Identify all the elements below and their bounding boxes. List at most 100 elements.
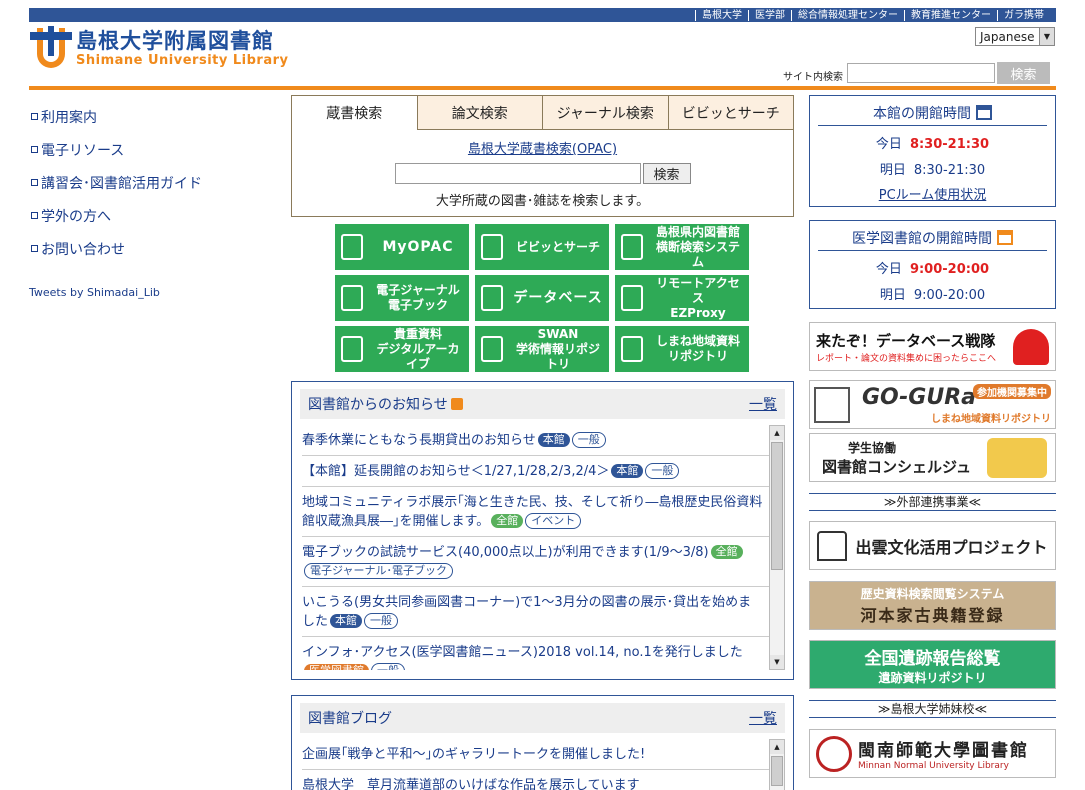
- scroll-up-icon[interactable]: ▲: [770, 740, 784, 754]
- list-item-title[interactable]: インフォ･アクセス(医学図書館ニュース)2018 vol.14, no.1を発行…: [302, 645, 743, 660]
- nav-item-e-resources[interactable]: 電子リソース: [31, 133, 202, 166]
- list-item[interactable]: 【本館】延長開館のお知らせ＜1/27,1/28,2/3,2/4＞ 本館 一般: [302, 456, 785, 487]
- list-item-title[interactable]: 電子ブックの試読サービス(40,000点以上)が利用できます(1/9～3/8): [302, 545, 709, 560]
- list-item[interactable]: 地域コミュニティラボ展示｢海と生きた民、技、そして祈り―島根歴史民俗資料館収蔵漁…: [302, 487, 785, 537]
- category-badge: 本館: [537, 433, 570, 447]
- nav-item-workshops[interactable]: 講習会･図書館活用ガイド: [31, 166, 202, 199]
- news-scrollbar[interactable]: ▲ ▼: [769, 425, 785, 670]
- opac-search-button[interactable]: 検索: [642, 163, 691, 184]
- news-more-link[interactable]: 一覧: [749, 394, 777, 414]
- nav-item-visitors[interactable]: 学外の方へ: [31, 199, 202, 232]
- book-icon: [341, 234, 363, 260]
- scroll-up-icon[interactable]: ▲: [770, 426, 784, 440]
- tile-swan[interactable]: SWAN 学術情報リポジトリ: [475, 326, 609, 372]
- tile-prefecture-search[interactable]: 島根県内図書館 横断検索システム: [615, 224, 749, 270]
- site-search-input[interactable]: [847, 63, 995, 83]
- calendar-icon[interactable]: [997, 230, 1013, 245]
- tweets-link[interactable]: Tweets by Shimadai_Lib: [29, 286, 160, 299]
- banner-gogura[interactable]: GO-GURa 参加機関募集中 しまね地域資料リポジトリ: [809, 380, 1056, 429]
- search-person-icon: [481, 234, 503, 260]
- house-icon: [621, 285, 643, 311]
- tile-shimane-repository[interactable]: しまね地域資料 リポジトリ: [615, 326, 749, 372]
- language-value: Japanese: [980, 29, 1035, 44]
- banner-concierge[interactable]: 学生協働 図書館コンシェルジュ: [809, 433, 1056, 482]
- list-item[interactable]: 島根大学 草月流華道部のいけばな作品を展示しています: [302, 770, 785, 790]
- banner-kawamoto[interactable]: 歴史資料検索閲覧システム 河本家古典籍登録: [809, 581, 1056, 630]
- banner-minnan[interactable]: 閩南師範大學圖書館 Minnan Normal University Libra…: [809, 729, 1056, 778]
- service-tiles: MyOPAC ビビッとサーチ 島根県内図書館 横断検索システム 電子ジャーナル 電子…: [335, 224, 749, 372]
- site-logo[interactable]: 島根大学附属図書館 Shimane University Library: [30, 26, 288, 70]
- pc-room-link[interactable]: PCルーム使用状況: [810, 184, 1055, 203]
- category-badge: イベント: [525, 513, 582, 529]
- banner-iseki[interactable]: 全国遺跡報告総覧 遺跡資料リポジトリ: [809, 640, 1056, 689]
- search-note: 大学所蔵の図書･雑誌を検索します。: [435, 194, 650, 209]
- list-item-title[interactable]: 【本館】延長開館のお知らせ＜1/27,1/28,2/3,2/4＞: [302, 464, 609, 479]
- category-badge: 一般: [645, 463, 680, 479]
- minnan-seal-icon: [816, 736, 852, 772]
- category-badge: 本館: [330, 614, 363, 628]
- tab-articles[interactable]: 論文検索: [416, 96, 542, 130]
- list-item[interactable]: インフォ･アクセス(医学図書館ニュース)2018 vol.14, no.1を発行…: [302, 637, 785, 670]
- kyo-icon: [621, 336, 643, 362]
- swan-icon: [481, 336, 503, 362]
- tile-myopac[interactable]: MyOPAC: [335, 224, 469, 270]
- main-hours-today: 8:30-21:30: [909, 137, 990, 152]
- category-badge: 本館: [611, 464, 644, 478]
- opac-link[interactable]: 島根大学蔵書検索(OPAC): [292, 138, 793, 157]
- tile-rare-materials[interactable]: 貴重資料 デジタルアーカイブ: [335, 326, 469, 372]
- bullet-icon: [31, 179, 38, 186]
- logo-title-jp: 島根大学附属図書館: [76, 28, 274, 53]
- list-item-title[interactable]: 島根大学 草月流華道部のいけばな作品を展示しています: [302, 778, 640, 790]
- topnav-link[interactable]: 総合情報処理センター: [791, 9, 904, 21]
- blog-more-link[interactable]: 一覧: [749, 708, 777, 728]
- opac-search-input[interactable]: [394, 163, 641, 184]
- category-badge: 一般: [364, 613, 399, 629]
- tile-database[interactable]: データベース: [475, 275, 609, 321]
- header-divider: [29, 86, 1056, 90]
- category-badge: 全館: [710, 545, 743, 559]
- language-select[interactable]: Japanese ▼: [975, 27, 1055, 46]
- site-search-label: サイト内検索: [783, 72, 843, 83]
- tile-ejournals[interactable]: 電子ジャーナル 電子ブック: [335, 275, 469, 321]
- topnav-link[interactable]: 教育推進センター: [904, 9, 997, 21]
- tab-journals[interactable]: ジャーナル検索: [542, 96, 668, 130]
- logo-title-en: Shimane University Library: [76, 52, 289, 68]
- med-hours-today: 9:00-20:00: [909, 262, 990, 277]
- site-search-button[interactable]: 検索: [997, 62, 1050, 84]
- topnav-link[interactable]: 医学部: [748, 9, 791, 21]
- tile-vivid-search[interactable]: ビビッとサーチ: [475, 224, 609, 270]
- list-item[interactable]: 企画展｢戦争と平和～｣のギャラリートークを開催しました!: [302, 739, 785, 770]
- category-badge: 一般: [371, 663, 405, 670]
- list-item[interactable]: 電子ブックの試読サービス(40,000点以上)が利用できます(1/9～3/8) 全…: [302, 537, 785, 587]
- topnav-link[interactable]: ガラ携帯: [997, 9, 1050, 21]
- tile-remote-access[interactable]: リモートアクセス EZProxy: [615, 275, 749, 321]
- topnav-link[interactable]: 島根大学: [695, 9, 748, 21]
- calendar-icon[interactable]: [976, 105, 992, 120]
- bullet-icon: [31, 146, 38, 153]
- tab-catalog[interactable]: 蔵書検索: [292, 96, 417, 130]
- med-hours-title: 医学図書館の開館時間: [852, 230, 992, 247]
- nav-item-guide[interactable]: 利用案内: [31, 100, 202, 133]
- category-badge: 医学図書館: [304, 664, 369, 670]
- list-item-title[interactable]: 企画展｢戦争と平和～｣のギャラリートークを開催しました!: [302, 747, 645, 762]
- main-hours-title: 本館の開館時間: [873, 105, 971, 122]
- news-title: 図書館からのお知らせ: [308, 397, 448, 413]
- news-panel: 図書館からのお知らせ 一覧 春季休業にともなう長期貸出のお知らせ 本館 一般 【本館】…: [291, 381, 794, 680]
- list-item-title[interactable]: 春季休業にともなう長期貸出のお知らせ: [302, 433, 536, 448]
- list-item[interactable]: いこうる(男女共同参画図書コーナー)で1～3月分の図書の展示･貸出を始めました本…: [302, 587, 785, 637]
- database-icon: [481, 285, 503, 311]
- medical-library-hours: 医学図書館の開館時間 今日 9:00-20:00 明日 9:00-20:00: [809, 220, 1056, 309]
- main-library-hours: 本館の開館時間 今日 8:30-21:30 明日 8:30-21:30 PCルーム使…: [809, 95, 1056, 207]
- news-list: 春季休業にともなう長期貸出のお知らせ 本館 一般 【本館】延長開館のお知らせ＜1/27…: [302, 425, 785, 670]
- banner-izumo-project[interactable]: 出雲文化活用プロジェクト: [809, 521, 1056, 570]
- rss-icon[interactable]: [450, 398, 463, 410]
- banner-database-sentai[interactable]: 来たぞ！データベース戦隊 レポート・論文の資料集めに困ったらここへ: [809, 322, 1056, 371]
- scroll-down-icon[interactable]: ▼: [770, 655, 784, 669]
- library-logo-icon: [30, 26, 72, 70]
- nav-item-contact[interactable]: お問い合わせ: [31, 232, 202, 265]
- section-sister-schools: ≫島根大学姉妹校≪: [809, 700, 1056, 718]
- list-item[interactable]: 春季休業にともなう長期貸出のお知らせ 本館 一般: [302, 425, 785, 456]
- blog-panel: 図書館ブログ 一覧 企画展｢戦争と平和～｣のギャラリートークを開催しました! 島根…: [291, 695, 794, 790]
- blog-scrollbar[interactable]: ▲: [769, 739, 785, 790]
- tab-vivid-search[interactable]: ビビッとサーチ: [667, 96, 793, 130]
